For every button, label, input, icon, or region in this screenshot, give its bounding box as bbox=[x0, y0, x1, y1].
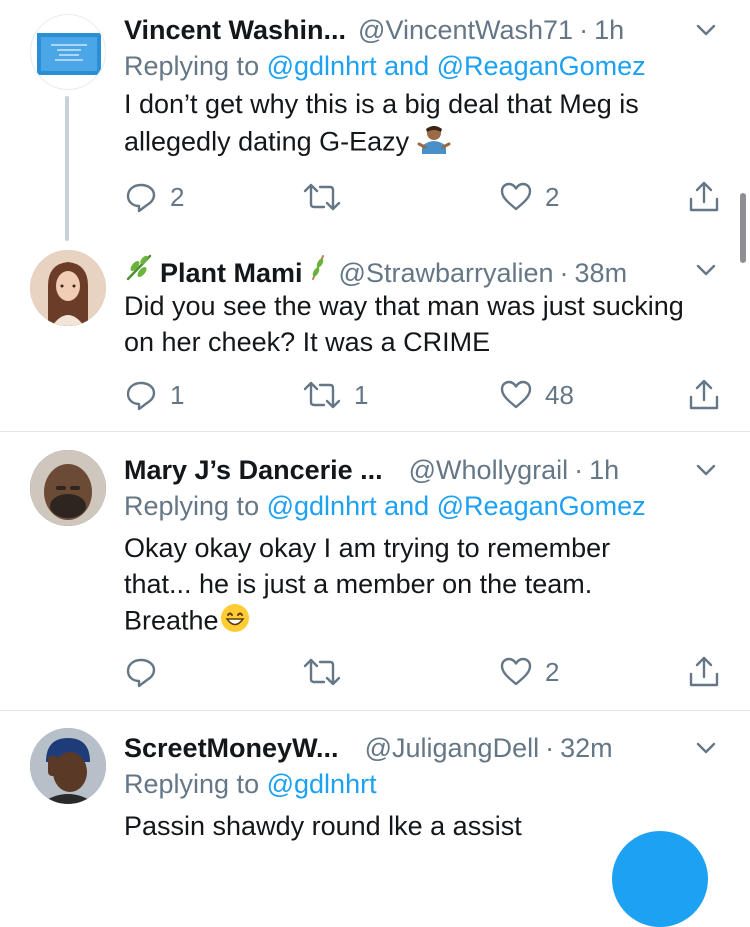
display-name[interactable]: Vincent Washin... bbox=[124, 12, 346, 48]
replying-to: Replying to @gdlnhrt and @ReaganGomez bbox=[124, 488, 720, 524]
like-button[interactable]: 48 bbox=[499, 375, 574, 415]
share-icon bbox=[689, 656, 719, 687]
chevron-down-icon[interactable] bbox=[692, 456, 720, 484]
reply-icon bbox=[126, 381, 156, 411]
retweet-icon bbox=[303, 183, 341, 211]
tweet-vincent[interactable]: Vincent Washin... @VincentWash71 · 1h Re… bbox=[0, 0, 750, 245]
retweet-button[interactable] bbox=[302, 652, 354, 692]
replying-prefix: Replying to bbox=[124, 51, 260, 81]
retweet-button[interactable]: 1 bbox=[302, 375, 368, 415]
reply-button[interactable]: 2 bbox=[124, 177, 184, 217]
timestamp[interactable]: 32m bbox=[560, 730, 613, 766]
display-name[interactable]: ScreetMoneyW... bbox=[124, 730, 339, 766]
tweet-text: Did you see the way that man was just su… bbox=[124, 291, 684, 357]
separator-dot: · bbox=[579, 15, 589, 45]
share-icon bbox=[689, 181, 719, 212]
tweet-actions: 2 2 bbox=[124, 177, 720, 217]
tweet-text: Passin shawdy round lke a assist bbox=[124, 811, 522, 841]
like-button[interactable]: 2 bbox=[499, 177, 559, 217]
tweet-actions: 2 bbox=[124, 652, 720, 692]
tweet-text: I don’t get why this is a big deal that … bbox=[124, 86, 720, 165]
tweet-header: Mary J’s Dancerie ... @Whollygrail · 1h bbox=[124, 452, 720, 488]
replying-to: Replying to @gdlnhrt bbox=[124, 766, 720, 802]
tweet-text-line: Breathe bbox=[124, 602, 720, 643]
tweet-text-line: Okay okay okay I am trying to remember bbox=[124, 533, 611, 563]
tweet-mary-j[interactable]: Mary J’s Dancerie ... @Whollygrail · 1h … bbox=[0, 432, 750, 710]
timestamp[interactable]: 1h bbox=[594, 12, 624, 48]
person-shrugging-emoji bbox=[417, 122, 451, 165]
reply-count: 1 bbox=[170, 379, 185, 410]
heart-icon bbox=[500, 657, 532, 686]
retweet-icon bbox=[303, 658, 341, 686]
share-button[interactable] bbox=[687, 375, 721, 415]
user-handle[interactable]: @VincentWash71 bbox=[358, 12, 573, 48]
replying-mentions[interactable]: @gdlnhrt bbox=[267, 769, 377, 799]
heart-icon bbox=[500, 380, 532, 409]
share-button[interactable] bbox=[687, 177, 721, 217]
reply-count: 2 bbox=[170, 181, 185, 212]
avatar[interactable] bbox=[30, 14, 106, 90]
chevron-down-icon[interactable] bbox=[692, 734, 720, 762]
avatar[interactable] bbox=[30, 250, 106, 326]
tweet-header: Vincent Washin... @VincentWash71 · 1h bbox=[124, 12, 720, 48]
separator-dot: · bbox=[574, 455, 584, 485]
reply-icon bbox=[126, 658, 156, 688]
tweet-text-last: Breathe bbox=[124, 605, 219, 636]
reply-button[interactable] bbox=[124, 652, 170, 692]
like-count: 2 bbox=[545, 181, 560, 212]
replying-to: Replying to @gdlnhrt and @ReaganGomez bbox=[124, 48, 720, 84]
user-handle[interactable]: @JuligangDell bbox=[365, 730, 540, 766]
timestamp[interactable]: 1h bbox=[589, 452, 619, 488]
replying-prefix: Replying to bbox=[124, 769, 260, 799]
user-handle[interactable]: @Strawbarryalien bbox=[339, 255, 554, 291]
avatar[interactable] bbox=[30, 450, 106, 526]
like-count: 2 bbox=[545, 656, 560, 687]
separator-dot: · bbox=[545, 733, 555, 763]
replying-prefix: Replying to bbox=[124, 491, 260, 521]
tweet-actions: 1 1 48 bbox=[124, 375, 720, 415]
separator-dot: · bbox=[559, 258, 569, 288]
herb-emoji bbox=[307, 252, 331, 291]
tweet-text: Okay okay okay I am trying to remember t… bbox=[124, 530, 720, 643]
display-name[interactable]: Plant Mami bbox=[160, 255, 303, 291]
replying-mentions[interactable]: @gdlnhrt and @ReaganGomez bbox=[267, 491, 646, 521]
scrollbar[interactable] bbox=[740, 193, 746, 263]
tweet-screetmoney[interactable]: ScreetMoneyW... @JuligangDell · 32m Repl… bbox=[0, 711, 750, 841]
like-count: 48 bbox=[545, 379, 574, 410]
chevron-down-icon[interactable] bbox=[692, 16, 720, 44]
retweet-button[interactable] bbox=[302, 177, 354, 217]
reply-icon bbox=[126, 183, 156, 213]
user-handle[interactable]: @Whollygrail bbox=[409, 452, 568, 488]
replying-mentions[interactable]: @gdlnhrt and @ReaganGomez bbox=[267, 51, 646, 81]
share-button[interactable] bbox=[687, 652, 721, 692]
tweet-header: ScreetMoneyW... @JuligangDell · 32m bbox=[124, 730, 720, 766]
reply-button[interactable]: 1 bbox=[124, 375, 184, 415]
tweet-header: Plant Mami @Strawbarryalien · 38m bbox=[124, 252, 720, 288]
chevron-down-icon[interactable] bbox=[692, 256, 720, 284]
compose-button[interactable] bbox=[612, 831, 708, 927]
tweet-text-line: that... he is just a member on the team. bbox=[124, 569, 593, 599]
avatar[interactable] bbox=[30, 728, 106, 804]
timestamp[interactable]: 38m bbox=[575, 255, 628, 291]
share-icon bbox=[689, 379, 719, 410]
tweet-text-content: I don’t get why this is a big deal that … bbox=[124, 89, 639, 157]
retweet-count: 1 bbox=[354, 379, 369, 410]
herb-emoji bbox=[124, 252, 154, 291]
heart-icon bbox=[500, 182, 532, 211]
retweet-icon bbox=[303, 381, 341, 409]
like-button[interactable]: 2 bbox=[499, 652, 559, 692]
grinning-face-emoji bbox=[219, 602, 251, 643]
tweet-plant-mami[interactable]: Plant Mami @Strawbarryalien · 38m Did yo… bbox=[0, 245, 750, 431]
thread-line bbox=[65, 96, 69, 241]
display-name[interactable]: Mary J’s Dancerie ... bbox=[124, 452, 383, 488]
